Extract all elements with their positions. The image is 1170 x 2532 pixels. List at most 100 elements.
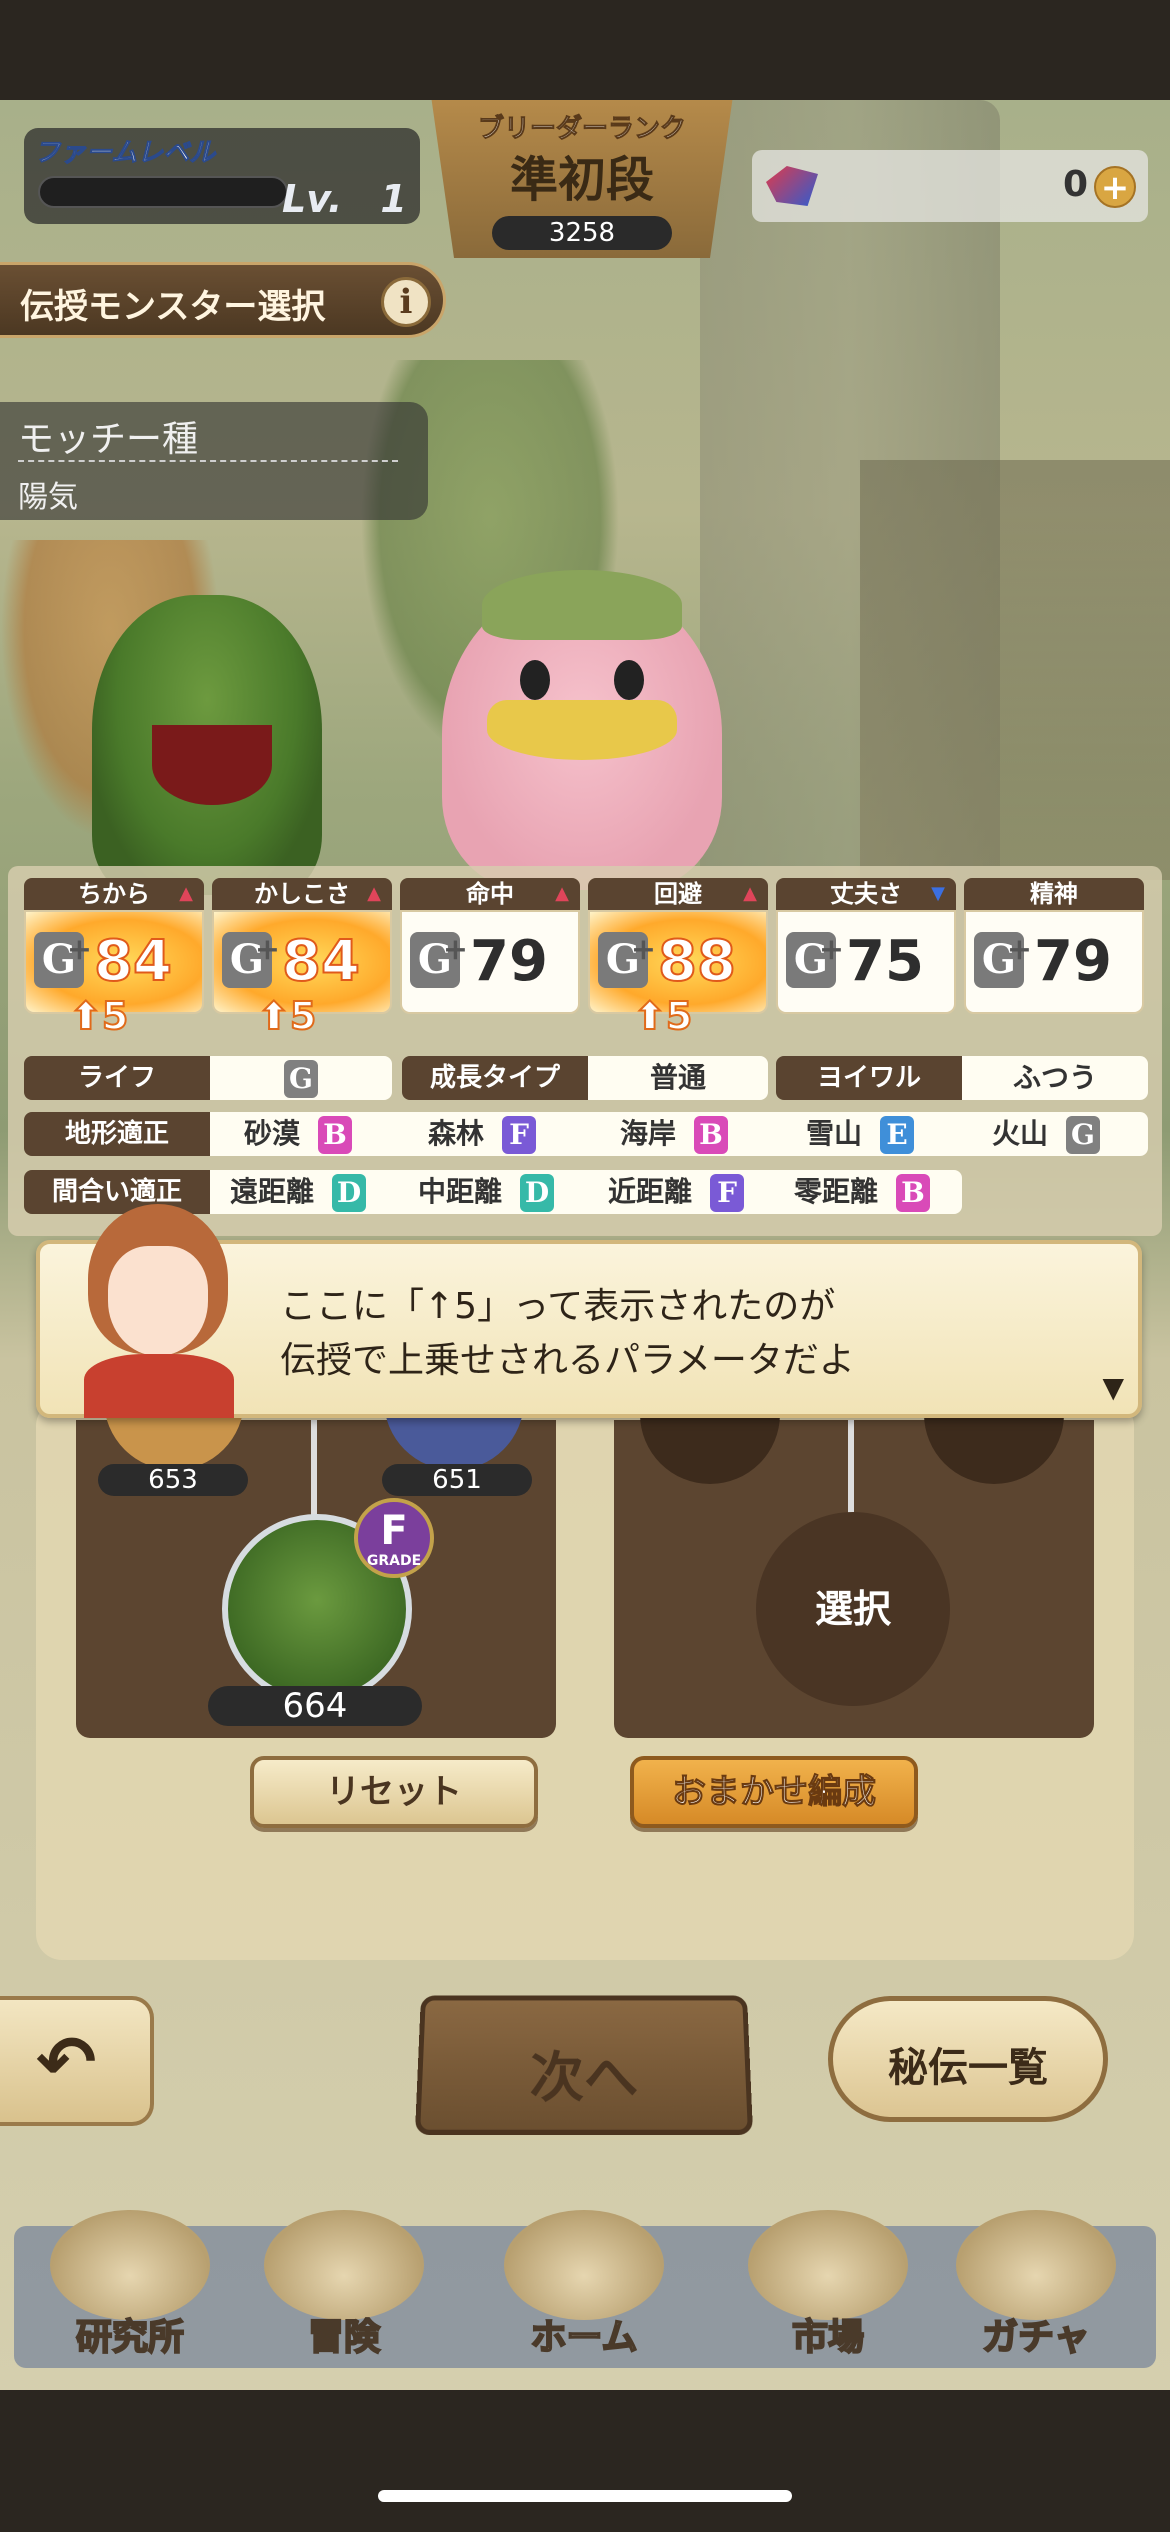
mocchi-eye	[614, 660, 644, 700]
dialog-line: ここに「↑5」って表示されたのが	[280, 1286, 836, 1327]
nav-market[interactable]: 市場	[728, 2200, 928, 2368]
secret-list-button[interactable]: 秘伝一覧	[828, 1996, 1108, 2122]
stat-label: 回避 ▲	[588, 878, 768, 910]
teach-monster-select-title: 伝授モンスター選択	[20, 287, 326, 327]
farm-level-value: Lv. 1	[282, 177, 407, 221]
stat-bonus: ⬆5	[257, 993, 317, 1039]
green-dinosaur-monster	[72, 565, 342, 895]
terrain-snow: 雪山 E	[806, 1112, 915, 1156]
stat-label: 丈夫さ ▼	[776, 878, 956, 910]
growth-type-value: 普通	[588, 1056, 768, 1100]
stat-grade: G	[974, 922, 1032, 988]
nav-home[interactable]: ホーム	[484, 2200, 684, 2368]
stat-label: かしこさ ▲	[212, 878, 392, 910]
stat-value-box: G 79	[400, 910, 580, 1014]
book-icon	[264, 2210, 424, 2320]
terrain-desert: 砂漠 B	[244, 1112, 353, 1156]
range-long: 遠距離 D	[230, 1170, 367, 1214]
stat-grade: G	[410, 922, 468, 988]
stat-label-text: かしこさ	[254, 880, 350, 908]
terrain-label: 地形適正	[24, 1112, 210, 1156]
nav-adventure[interactable]: 冒険	[244, 2200, 444, 2368]
life-grade: G	[284, 1060, 318, 1098]
tree-connector	[311, 1420, 317, 1516]
species-info: モッチー種 陽気	[0, 402, 428, 520]
reset-button[interactable]: リセット	[250, 1756, 538, 1828]
stat-value: 79	[470, 929, 548, 994]
stat-grade: G	[598, 922, 656, 988]
select-monster-button[interactable]: 選択	[756, 1512, 950, 1706]
life-label: ライフ	[24, 1056, 210, 1100]
range-mid: 中距離 D	[418, 1170, 555, 1214]
range-name: 近距離	[608, 1175, 693, 1208]
avatar-outfit	[84, 1354, 234, 1418]
yoiwaru-label: ヨイワル	[776, 1056, 962, 1100]
back-button[interactable]: ↶	[0, 1996, 154, 2126]
stat-value: 79	[1034, 929, 1112, 994]
breeder-rank-plaque[interactable]: ブリーダーランク 準初段 3258	[431, 100, 733, 258]
teach-monster-value: 664	[208, 1686, 422, 1726]
nav-label: 冒険	[307, 2316, 381, 2359]
stat-value-box: G 75	[776, 910, 956, 1014]
nav-gacha[interactable]: ガチャ	[936, 2200, 1136, 2368]
stat-label: 精神	[964, 878, 1144, 910]
species-divider	[18, 460, 398, 462]
gem-count: 0	[1062, 164, 1088, 205]
stat-card: 精神 G 79	[964, 878, 1144, 1014]
dialog-line: 伝授で上乗せされるパラメータだよ	[280, 1340, 855, 1381]
info-icon[interactable]: i	[381, 277, 431, 327]
range-grade: F	[710, 1174, 745, 1212]
stat-grade: G	[34, 922, 92, 988]
life-value: G	[210, 1056, 392, 1100]
terrain-name: 海岸	[620, 1117, 677, 1150]
stat-label: 命中 ▲	[400, 878, 580, 910]
yoiwaru-value: ふつう	[962, 1056, 1148, 1100]
mocchi-cap	[482, 570, 682, 640]
terrain-name: 雪山	[806, 1117, 863, 1150]
status-bar	[0, 0, 1170, 100]
parent-right-value: 651	[382, 1464, 532, 1496]
up-arrow-icon: ▲	[367, 883, 381, 904]
range-grade: D	[520, 1174, 555, 1212]
stat-bonus: ⬆5	[69, 993, 129, 1039]
terrain-grade: F	[502, 1116, 537, 1154]
stat-value: 75	[846, 929, 924, 994]
up-arrow-icon: ▲	[179, 883, 193, 904]
stat-value: 84	[281, 929, 361, 994]
stat-label-text: ちから	[78, 880, 150, 908]
dialog-next-icon[interactable]: ▼	[1102, 1371, 1124, 1404]
stat-grade: G	[786, 922, 844, 988]
background-house	[860, 460, 1170, 880]
stat-value-box: G 79	[964, 910, 1144, 1014]
parent-left-value: 653	[98, 1464, 248, 1496]
terrain-name: 火山	[992, 1117, 1049, 1150]
terrain-row: 地形適正 砂漠 B 森林 F 海岸 B 雪山 E 火山 G	[24, 1112, 1148, 1156]
grade-badge: F GRADE	[354, 1498, 434, 1578]
tree-connector	[848, 1420, 854, 1516]
add-gems-button[interactable]: +	[1094, 166, 1136, 208]
stat-value: 84	[93, 929, 173, 994]
up-arrow-icon: ▲	[743, 883, 757, 904]
farm-level-label: ファームレベル	[33, 138, 216, 169]
stat-card: 丈夫さ ▼ G 75	[776, 878, 956, 1014]
terrain-grade: B	[694, 1116, 729, 1154]
grade-badge-letter: F	[380, 1508, 408, 1554]
auto-assign-button[interactable]: おまかせ編成	[630, 1756, 918, 1828]
secret-list-label: 秘伝一覧	[888, 2045, 1048, 2091]
back-arrow-icon: ↶	[36, 2020, 97, 2104]
windmill-icon	[504, 2210, 664, 2320]
farm-level-panel: ファームレベル Lv. 1	[24, 128, 420, 224]
gacha-machine-icon	[956, 2210, 1116, 2320]
home-indicator[interactable]	[378, 2490, 792, 2502]
stat-card: 命中 ▲ G 79	[400, 878, 580, 1014]
mocchi-eye	[520, 660, 550, 700]
range-grade: B	[896, 1174, 931, 1212]
terrain-volcano: 火山 G	[992, 1112, 1101, 1156]
up-arrow-icon: ▲	[555, 883, 569, 904]
next-button[interactable]: 次へ	[414, 1995, 754, 2135]
stat-grade: G	[222, 922, 280, 988]
bottom-safe-area	[0, 2390, 1170, 2532]
terrain-grade: B	[318, 1116, 353, 1154]
nav-lab[interactable]: 研究所	[30, 2200, 230, 2368]
nav-label: ガチャ	[981, 2316, 1091, 2359]
